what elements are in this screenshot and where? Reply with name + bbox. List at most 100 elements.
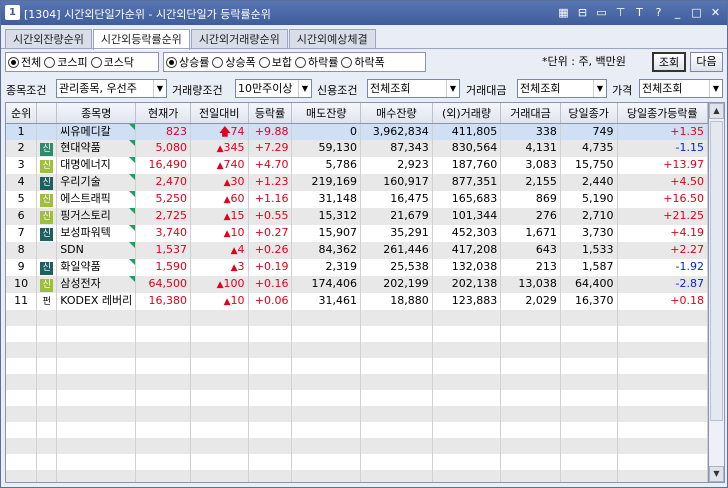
minimize-icon[interactable]: _	[670, 5, 685, 20]
market-radio-2[interactable]: 코스닥	[90, 54, 134, 70]
close-icon[interactable]: ✕	[708, 5, 723, 20]
calendar-icon[interactable]: ▦	[556, 5, 571, 20]
close-rate-cell: -1.92	[617, 258, 708, 276]
table-row[interactable]: 2 신 현대약품 5,080 ▲ 345 +7.29 59,130 87,343 830,564 4…	[6, 139, 708, 157]
column-header-11[interactable]: 당일종가등락률	[617, 103, 708, 124]
price-select[interactable]: 전체조회 ▼	[639, 79, 723, 98]
column-header-10[interactable]: 당일종가	[560, 103, 618, 124]
ask-cell-value: 31,148	[318, 192, 357, 205]
ask-cell: 0	[291, 123, 361, 140]
market-radio-0[interactable]: 전체	[8, 54, 41, 70]
empty-cell	[36, 325, 58, 342]
tab-0[interactable]: 시간외잔량순위	[5, 29, 92, 49]
ask-cell: 84,362	[291, 241, 361, 259]
amount-select[interactable]: 전체조회 ▼	[517, 79, 607, 98]
help-icon[interactable]: ?	[651, 5, 666, 20]
scroll-thumb[interactable]	[710, 121, 723, 421]
tab-1[interactable]: 시간외등락률순위	[92, 29, 190, 50]
rate-cell: +1.23	[248, 173, 293, 191]
tab-2[interactable]: 시간외거래량순위	[190, 29, 288, 49]
empty-row	[6, 421, 708, 438]
column-header-4[interactable]: 전일대비	[190, 103, 249, 124]
table-row[interactable]: 5 신 에스트래픽 5,250 ▲ 60 +1.16 31,148 16,475 165,683 8…	[6, 190, 708, 208]
rate-cell: +0.16	[248, 275, 293, 293]
bid-cell-value: 25,538	[390, 260, 429, 273]
column-header-3[interactable]: 현재가	[135, 103, 192, 124]
lock-icon[interactable]: ⊟	[575, 5, 590, 20]
scroll-down-icon[interactable]: ▼	[709, 466, 724, 482]
name-cell: 대명에너지	[56, 156, 137, 174]
column-header-9[interactable]: 거래대금	[500, 103, 561, 124]
column-header-1[interactable]	[36, 103, 58, 124]
amount-cell: 1,671	[500, 224, 561, 242]
table-row[interactable]: 6 신 핑거스토리 2,725 ▲ 15 +0.55 15,312 21,679 101,344 2…	[6, 207, 708, 225]
close-rate-cell: +16.50	[617, 190, 708, 208]
change-value: 60	[230, 191, 245, 205]
empty-cell	[560, 373, 618, 390]
close-rate-cell: +0.18	[617, 292, 708, 310]
volume-cond-select[interactable]: 10만주이상 ▼	[235, 79, 312, 98]
tab-divider	[1, 48, 727, 49]
bid-cell-value: 35,291	[390, 226, 429, 239]
change-cell: ▲ 30	[190, 173, 249, 191]
empty-cell	[135, 309, 192, 326]
empty-row	[6, 357, 708, 374]
next-button[interactable]: 다음	[690, 52, 723, 72]
item-cond-label: 종목조건	[6, 84, 47, 97]
chevron-down-icon: ▼	[298, 80, 311, 97]
rank-radio-3[interactable]: 하락률	[295, 54, 338, 70]
mark-cell: 펀	[36, 292, 58, 310]
table-row[interactable]: 10 신 삼성전자 64,500 ▲ 100 +0.16 174,406 202,199 202,…	[6, 275, 708, 293]
table-row[interactable]: 7 신 보성파워텍 3,740 ▲ 10 +0.27 15,907 35,291 452,303 1…	[6, 224, 708, 242]
change-cell: ▲ 60	[190, 190, 249, 208]
empty-cell	[248, 325, 293, 342]
rank-radio-0[interactable]: 상승률	[166, 54, 209, 70]
empty-cell	[36, 357, 58, 374]
table-row[interactable]: 4 신 우리기술 2,470 ▲ 30 +1.23 219,169 160,917 877,351…	[6, 173, 708, 191]
chevron-down-icon: ▼	[593, 80, 606, 97]
empty-cell	[6, 405, 38, 422]
table-row[interactable]: 3 신 대명에너지 16,490 ▲ 740 +4.70 5,786 2,923 187,760 3…	[6, 156, 708, 174]
price-cell-value: 64,500	[148, 277, 188, 290]
volume-cond-label: 거래량조건	[172, 84, 223, 97]
bid-cell: 18,880	[360, 292, 433, 310]
bid-cell: 261,446	[360, 241, 433, 259]
rank-radio-2[interactable]: 보합	[258, 54, 292, 70]
window-icon[interactable]: ▭	[594, 5, 609, 20]
radio-dot	[44, 56, 56, 68]
rank-radio-4[interactable]: 하락폭	[341, 54, 385, 70]
column-header-2[interactable]: 종목명	[56, 103, 137, 124]
empty-cell	[500, 309, 561, 326]
bid-cell-value: 160,917	[383, 175, 429, 188]
empty-cell	[135, 453, 192, 470]
close-cell: 1,587	[560, 258, 618, 276]
column-header-6[interactable]: 매도잔량	[291, 103, 361, 124]
ask-cell: 15,907	[291, 224, 361, 242]
close-cell-value: 15,750	[575, 158, 614, 171]
empty-row	[6, 309, 708, 326]
table-row[interactable]: 9 신 화일약품 1,590 ▲ 3 +0.19 2,319 25,538 132,038 213 1…	[6, 258, 708, 276]
market-radio-1[interactable]: 코스피	[44, 54, 88, 70]
column-header-5[interactable]: 등락률	[248, 103, 293, 124]
credit-cond-select[interactable]: 전체조회 ▼	[367, 79, 460, 98]
search-button[interactable]: 조회	[652, 52, 686, 72]
pin-icon[interactable]: ⊤	[613, 5, 628, 20]
up-triangle-icon: ▲	[223, 228, 231, 239]
text-icon[interactable]: T	[632, 5, 647, 20]
tab-3[interactable]: 시간외예상체결	[288, 29, 376, 49]
column-header-8[interactable]: (외)거래량	[432, 103, 502, 124]
table-row[interactable]: 11 펀 KODEX 레버리 16,380 ▲ 10 +0.06 31,461 18,880 12…	[6, 292, 708, 310]
vertical-scrollbar[interactable]: ▲ ▼	[708, 102, 725, 483]
close-rate-cell-value: +4.50	[670, 175, 704, 188]
column-header-0[interactable]: 순위	[6, 103, 38, 124]
table-row[interactable]: 1 씨유메디칼 823 🡅 74 +9.88 0 3,962,834 411,805 338 749…	[6, 123, 708, 140]
item-cond-value: 관리종목, 우선주	[59, 82, 137, 95]
maximize-icon[interactable]: □	[689, 5, 704, 20]
empty-row	[6, 469, 708, 482]
close-rate-cell: +4.50	[617, 173, 708, 191]
rank-radio-1[interactable]: 상승폭	[212, 54, 256, 70]
scroll-up-icon[interactable]: ▲	[709, 103, 724, 119]
item-cond-select[interactable]: 관리종목, 우선주 ▼	[56, 79, 167, 98]
table-row[interactable]: 8 SDN 1,537 ▲ 4 +0.26 84,362 261,446 417,208 643 1…	[6, 241, 708, 259]
column-header-7[interactable]: 매수잔량	[360, 103, 433, 124]
